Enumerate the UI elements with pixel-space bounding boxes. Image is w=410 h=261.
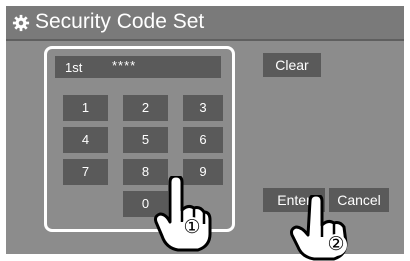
page-title: Security Code Set [35, 10, 205, 33]
key-7[interactable]: 7 [63, 159, 108, 185]
step-1-callout: ① [181, 217, 203, 239]
clear-button[interactable]: Clear [263, 53, 321, 77]
masked-code: **** [112, 58, 137, 73]
key-5[interactable]: 5 [123, 127, 168, 153]
title-bar: Security Code Set [6, 6, 404, 41]
code-position-label: 1st [65, 60, 83, 75]
key-4[interactable]: 4 [63, 127, 108, 153]
gear-icon [12, 14, 30, 32]
key-6[interactable]: 6 [183, 127, 223, 153]
code-display: 1st **** [55, 56, 221, 78]
key-2[interactable]: 2 [123, 95, 168, 121]
pointing-hand-icon-1 [154, 176, 212, 252]
step-2-callout: ② [325, 234, 347, 256]
key-3[interactable]: 3 [183, 95, 223, 121]
key-1[interactable]: 1 [63, 95, 108, 121]
